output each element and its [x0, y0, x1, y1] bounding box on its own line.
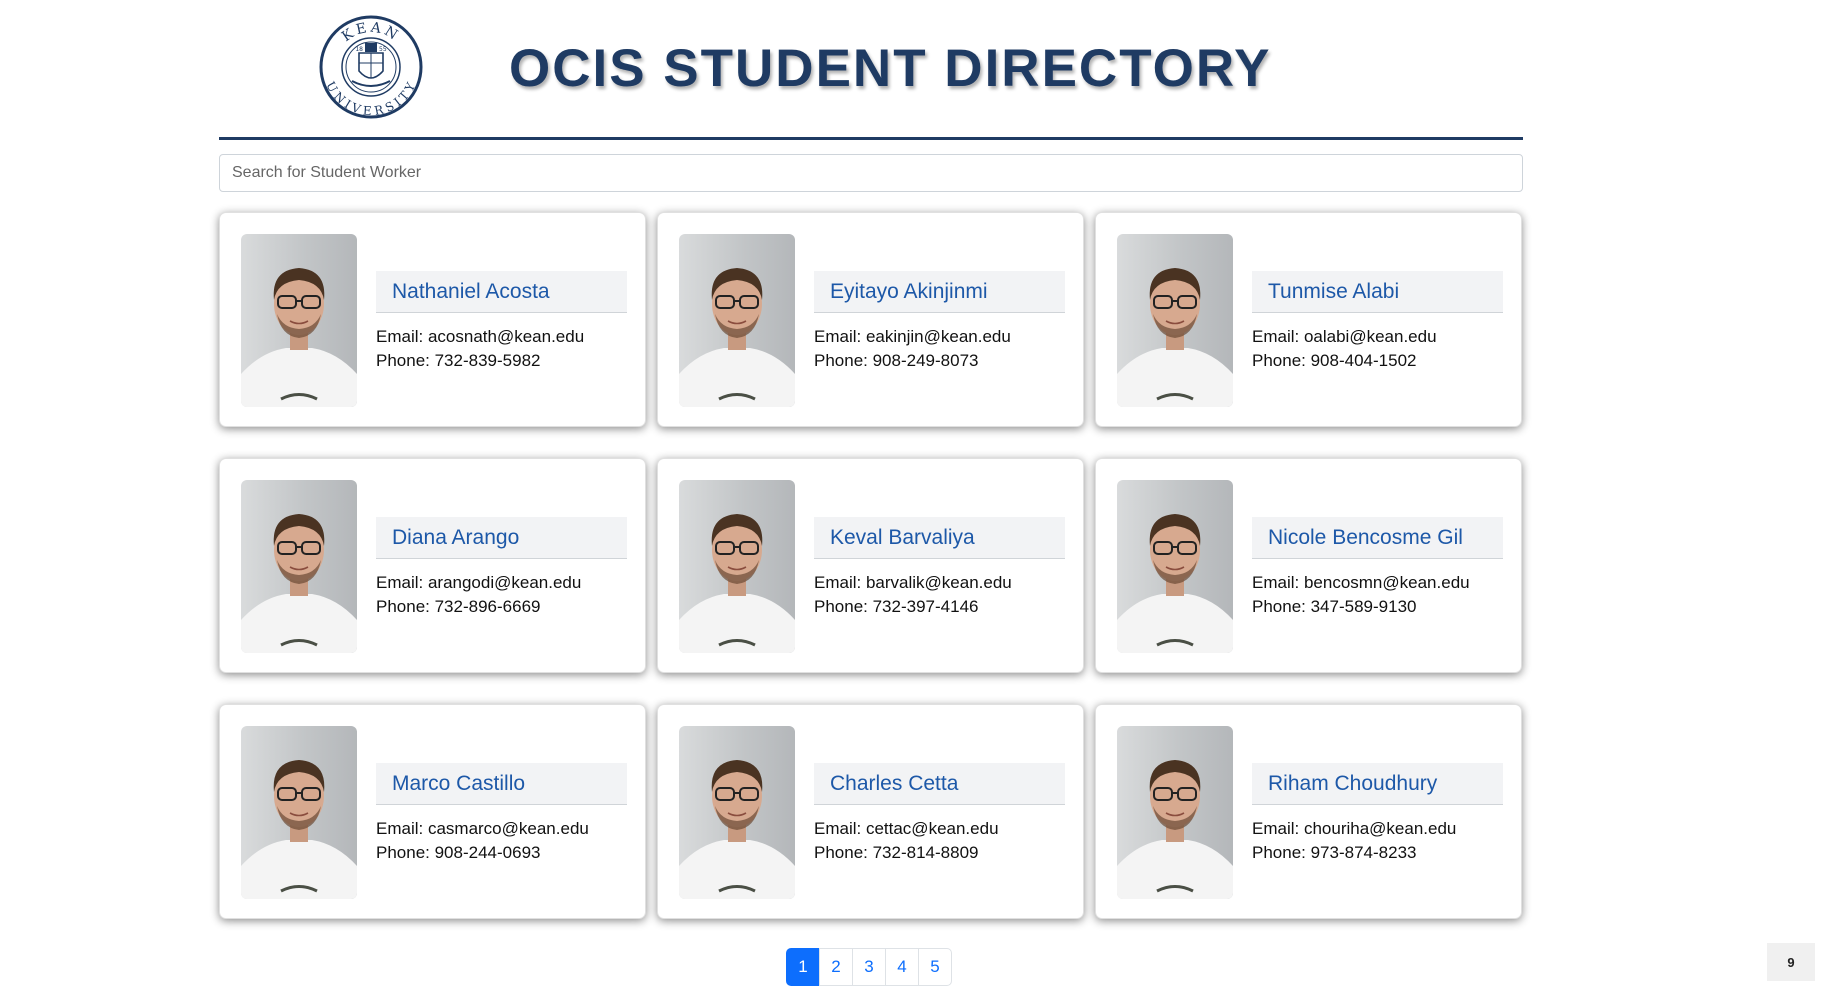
student-name-box: Nathaniel Acosta [376, 271, 627, 313]
person-portrait-icon [679, 268, 795, 407]
person-portrait-icon [1117, 514, 1233, 653]
student-card: Tunmise Alabi Email: oalabi@kean.edu Pho… [1095, 212, 1522, 427]
page-link-5[interactable]: 5 [918, 948, 952, 986]
student-phone: Phone: 732-814-8809 [814, 843, 979, 862]
student-contact: Email: chouriha@kean.edu Phone: 973-874-… [1252, 817, 1456, 865]
page-header: KEAN UNIVERSITY 18 55 OCIS STUDENT DIREC… [219, 0, 1523, 142]
student-email: Email: arangodi@kean.edu [376, 573, 582, 592]
student-email: Email: bencosmn@kean.edu [1252, 573, 1470, 592]
student-contact: Email: barvalik@kean.edu Phone: 732-397-… [814, 571, 1012, 619]
student-phone: Phone: 908-404-1502 [1252, 351, 1417, 370]
student-phone: Phone: 908-244-0693 [376, 843, 541, 862]
student-phone: Phone: 973-874-8233 [1252, 843, 1417, 862]
student-photo [241, 726, 357, 899]
student-email: Email: acosnath@kean.edu [376, 327, 585, 346]
student-card: Eyitayo Akinjinmi Email: eakinjin@kean.e… [657, 212, 1084, 427]
student-card: Charles Cetta Email: cettac@kean.edu Pho… [657, 704, 1084, 919]
student-photo [679, 480, 795, 653]
student-contact: Email: oalabi@kean.edu Phone: 908-404-15… [1252, 325, 1437, 373]
student-name: Marco Castillo [392, 771, 526, 795]
person-portrait-icon [241, 760, 357, 899]
student-name: Riham Choudhury [1268, 771, 1438, 795]
student-photo [1117, 234, 1233, 407]
page-link-2[interactable]: 2 [819, 948, 853, 986]
person-portrait-icon [241, 514, 357, 653]
student-photo [679, 726, 795, 899]
search-input[interactable] [219, 154, 1523, 192]
svg-text:18: 18 [355, 46, 363, 53]
student-name-box: Charles Cetta [814, 763, 1065, 805]
student-card-grid: Nathaniel Acosta Email: acosnath@kean.ed… [219, 212, 1523, 919]
person-portrait-icon [679, 760, 795, 899]
student-name-box: Nicole Bencosme Gil [1252, 517, 1503, 559]
student-contact: Email: eakinjin@kean.edu Phone: 908-249-… [814, 325, 1011, 373]
student-contact: Email: bencosmn@kean.edu Phone: 347-589-… [1252, 571, 1470, 619]
student-email: Email: cettac@kean.edu [814, 819, 999, 838]
student-email: Email: eakinjin@kean.edu [814, 327, 1011, 346]
student-contact: Email: casmarco@kean.edu Phone: 908-244-… [376, 817, 589, 865]
kean-university-seal-icon: KEAN UNIVERSITY 18 55 [319, 15, 423, 119]
student-contact: Email: acosnath@kean.edu Phone: 732-839-… [376, 325, 584, 373]
student-phone: Phone: 908-249-8073 [814, 351, 979, 370]
student-photo [241, 234, 357, 407]
student-name-box: Tunmise Alabi [1252, 271, 1503, 313]
student-phone: Phone: 347-589-9130 [1252, 597, 1417, 616]
student-email: Email: casmarco@kean.edu [376, 819, 589, 838]
student-photo [679, 234, 795, 407]
student-name-box: Keval Barvaliya [814, 517, 1065, 559]
student-card: Nathaniel Acosta Email: acosnath@kean.ed… [219, 212, 646, 427]
person-portrait-icon [679, 514, 795, 653]
student-name: Nathaniel Acosta [392, 279, 550, 303]
student-email: Email: barvalik@kean.edu [814, 573, 1012, 592]
student-name: Charles Cetta [830, 771, 959, 795]
student-name: Nicole Bencosme Gil [1268, 525, 1463, 549]
person-portrait-icon [241, 268, 357, 407]
student-name-box: Diana Arango [376, 517, 627, 559]
student-photo [1117, 480, 1233, 653]
student-phone: Phone: 732-896-6669 [376, 597, 541, 616]
student-card: Diana Arango Email: arangodi@kean.edu Ph… [219, 458, 646, 673]
student-name-box: Eyitayo Akinjinmi [814, 271, 1065, 313]
count-badge: 9 [1767, 943, 1815, 981]
student-contact: Email: cettac@kean.edu Phone: 732-814-88… [814, 817, 999, 865]
page-link-4[interactable]: 4 [885, 948, 919, 986]
student-name: Eyitayo Akinjinmi [830, 279, 988, 303]
student-name: Diana Arango [392, 525, 520, 549]
student-phone: Phone: 732-397-4146 [814, 597, 979, 616]
student-name-box: Riham Choudhury [1252, 763, 1503, 805]
student-phone: Phone: 732-839-5982 [376, 351, 541, 370]
page-link-1[interactable]: 1 [786, 948, 820, 986]
header-divider [219, 137, 1523, 140]
pagination: 12345 [786, 948, 952, 986]
student-photo [241, 480, 357, 653]
page-title: OCIS STUDENT DIRECTORY [509, 39, 1272, 98]
student-email: Email: chouriha@kean.edu [1252, 819, 1457, 838]
student-email: Email: oalabi@kean.edu [1252, 327, 1437, 346]
student-card: Keval Barvaliya Email: barvalik@kean.edu… [657, 458, 1084, 673]
student-name-box: Marco Castillo [376, 763, 627, 805]
person-portrait-icon [1117, 760, 1233, 899]
student-name: Keval Barvaliya [830, 525, 975, 549]
student-card: Marco Castillo Email: casmarco@kean.edu … [219, 704, 646, 919]
student-contact: Email: arangodi@kean.edu Phone: 732-896-… [376, 571, 581, 619]
student-card: Riham Choudhury Email: chouriha@kean.edu… [1095, 704, 1522, 919]
person-portrait-icon [1117, 268, 1233, 407]
student-name: Tunmise Alabi [1268, 279, 1400, 303]
student-card: Nicole Bencosme Gil Email: bencosmn@kean… [1095, 458, 1522, 673]
page-link-3[interactable]: 3 [852, 948, 886, 986]
student-photo [1117, 726, 1233, 899]
svg-text:55: 55 [379, 46, 387, 53]
